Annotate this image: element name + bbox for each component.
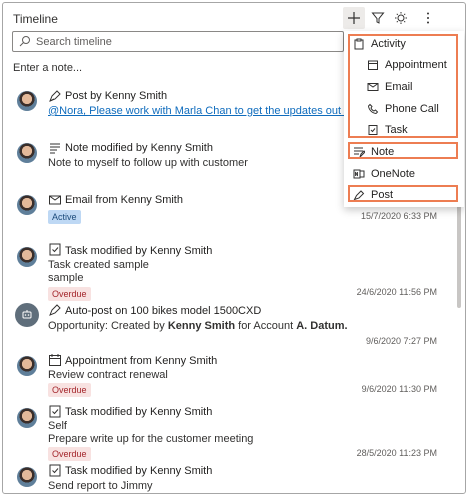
status-badge: Active — [48, 210, 81, 224]
note-icon — [48, 141, 62, 155]
timestamp: 24/6/2020 11:56 PM — [356, 287, 437, 297]
lightbulb-icon — [395, 12, 407, 24]
plus-icon — [348, 12, 360, 24]
mention-link[interactable]: @Nora, Please work with Marla Chan to ge… — [48, 105, 373, 117]
insights-button[interactable] — [390, 7, 412, 29]
search-icon — [19, 35, 31, 47]
timeline-header: Timeline — [3, 3, 465, 31]
item-title: Post by Kenny Smith — [65, 90, 168, 102]
avatar — [17, 247, 37, 267]
avatar — [17, 408, 37, 428]
avatar — [17, 467, 37, 487]
search-placeholder: Search timeline — [36, 36, 112, 48]
item-body: Opportunity: Created by Kenny Smith for … — [48, 320, 348, 332]
email-icon — [48, 193, 62, 207]
search-input[interactable]: Search timeline — [12, 31, 344, 52]
add-record-menu: Activity Appointment Email Phone Call Ta… — [344, 31, 464, 207]
item-body: sample — [48, 272, 84, 284]
item-title: Email from Kenny Smith — [65, 194, 183, 206]
timeline-item[interactable]: Task modified by Kenny Smith Send report… — [3, 463, 465, 493]
filter-icon — [371, 12, 385, 24]
avatar — [17, 143, 37, 163]
menu-item-onenote[interactable]: OneNote — [352, 164, 415, 184]
timeline-item[interactable]: Auto-post on 100 bikes model 1500CXD Opp… — [3, 303, 465, 347]
robot-avatar — [15, 303, 39, 327]
item-body: Task created sample — [48, 259, 149, 271]
task-icon — [48, 404, 62, 418]
task-icon — [48, 463, 62, 477]
timeline-item[interactable]: Appointment from Kenny Smith Review cont… — [3, 352, 465, 397]
timeline-item[interactable]: Task modified by Kenny Smith Task create… — [3, 242, 465, 301]
item-title: Task modified by Kenny Smith — [65, 406, 213, 418]
highlight-post — [348, 185, 458, 202]
calendar-icon — [48, 353, 62, 367]
avatar — [17, 356, 37, 376]
item-body: Prepare write up for the customer meetin… — [48, 433, 254, 445]
status-badge: Overdue — [48, 447, 91, 461]
highlight-activity-group — [348, 34, 458, 138]
item-body: Send report to Jimmy — [48, 480, 153, 492]
note-input[interactable]: Enter a note... — [13, 62, 82, 74]
task-icon — [48, 242, 62, 256]
auto-post-icon — [48, 303, 62, 317]
avatar — [17, 195, 37, 215]
item-title: Auto-post on 100 bikes model 1500CXD — [65, 305, 262, 317]
add-button[interactable] — [343, 7, 365, 29]
item-title: Appointment from Kenny Smith — [65, 355, 218, 367]
item-title: Note modified by Kenny Smith — [65, 142, 213, 154]
avatar — [17, 91, 37, 111]
item-title: Task modified by Kenny Smith — [65, 465, 213, 477]
filter-button[interactable] — [367, 7, 389, 29]
timestamp: 28/5/2020 11:23 PM — [356, 448, 437, 458]
item-title: Task modified by Kenny Smith — [65, 245, 213, 257]
item-body: Review contract renewal — [48, 369, 168, 381]
timestamp: 9/6/2020 7:27 PM — [365, 336, 437, 346]
item-body: Self — [48, 420, 67, 432]
onenote-icon — [352, 167, 366, 181]
robot-icon — [22, 310, 32, 319]
item-body: Note to myself to follow up with custome… — [48, 157, 248, 169]
status-badge: Overdue — [48, 383, 91, 397]
timeline-item[interactable]: Task modified by Kenny Smith Self Prepar… — [3, 404, 465, 461]
timestamp: 9/6/2020 11:30 PM — [361, 384, 437, 394]
timestamp: 15/7/2020 6:33 PM — [360, 211, 437, 221]
more-icon — [427, 12, 429, 24]
post-icon — [48, 89, 62, 103]
status-badge: Overdue — [48, 287, 91, 301]
more-options-button[interactable] — [417, 7, 439, 29]
timeline-title: Timeline — [13, 12, 58, 26]
highlight-note — [348, 142, 458, 159]
timeline-panel: Timeline Search timeline Enter a note...… — [2, 2, 466, 494]
